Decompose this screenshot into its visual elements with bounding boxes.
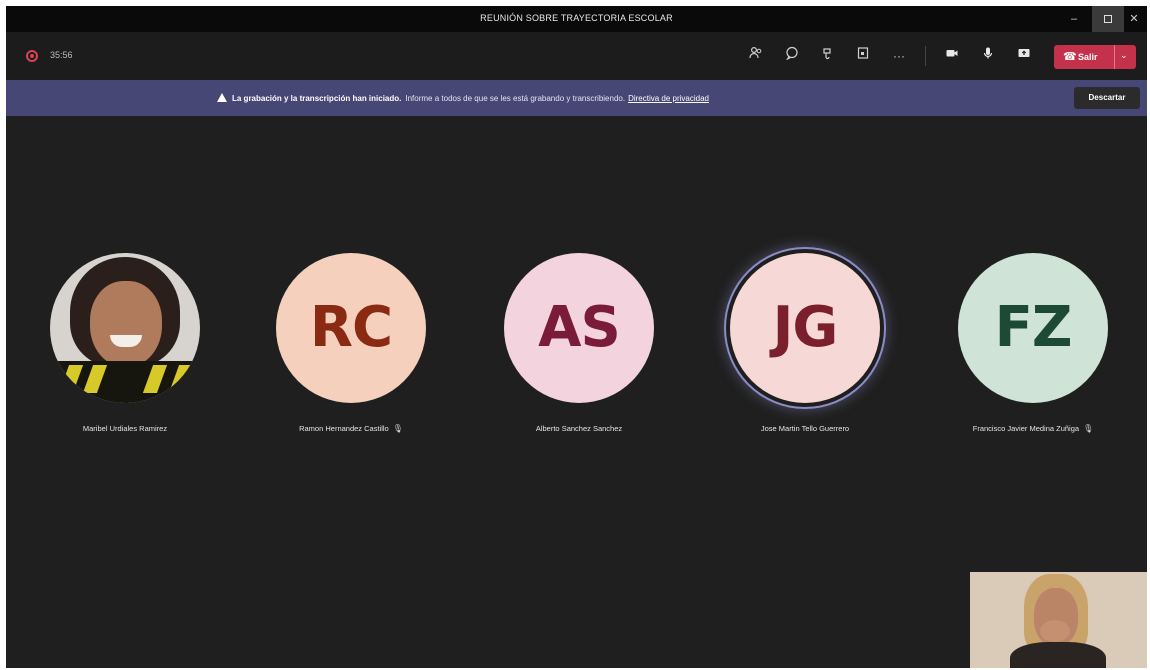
banner-text: Informe a todos de que se les está graba… [405, 94, 626, 103]
participant-tile[interactable]: JG Jose Martin Tello Guerrero [705, 253, 905, 453]
reactions-icon[interactable] [816, 45, 838, 67]
participant-photo-avatar [50, 253, 200, 403]
rooms-icon[interactable] [852, 45, 874, 67]
participant-tile[interactable]: RC Ramon Hernandez Castillo 🎙 [251, 253, 451, 453]
hangup-icon: ☎ [1063, 51, 1077, 63]
participant-initials-avatar: FZ [958, 253, 1108, 403]
warning-icon [217, 93, 227, 102]
meeting-title: REUNIÓN SOBRE TRAYECTORIA ESCOLAR [480, 13, 673, 23]
dismiss-button[interactable]: Descartar [1074, 87, 1140, 109]
participant-tile[interactable]: Maribel Urdiales Ramirez [25, 253, 225, 453]
mic-icon[interactable] [977, 45, 999, 67]
camera-icon[interactable] [941, 45, 963, 67]
participant-name: Alberto Sanchez Sanchez [535, 424, 623, 433]
share-icon[interactable] [1013, 45, 1035, 67]
participant-name: Francisco Javier Medina Zuñiga 🎙 [972, 424, 1094, 433]
leave-label: Salir [1078, 52, 1098, 62]
toolbar-divider [925, 46, 926, 66]
privacy-policy-link[interactable]: Directiva de privacidad [628, 94, 709, 103]
minimize-button[interactable]: – [1058, 6, 1090, 32]
participant-tile[interactable]: AS Alberto Sanchez Sanchez [479, 253, 679, 453]
recording-icon [26, 50, 38, 62]
meeting-toolbar: 35:56 ··· ☎ Salir ⌄ [6, 32, 1147, 80]
participant-name: Ramon Hernandez Castillo 🎙 [299, 424, 403, 433]
more-icon[interactable]: ··· [888, 45, 910, 67]
teams-meeting-window: REUNIÓN SOBRE TRAYECTORIA ESCOLAR – ✕ 35… [6, 6, 1147, 668]
banner-bold-text: La grabación y la transcripción han inic… [232, 94, 402, 103]
recording-notification-banner: La grabación y la transcripción han inic… [6, 80, 1147, 116]
participant-initials-avatar: AS [504, 253, 654, 403]
mic-muted-icon: 🎙 [1083, 424, 1094, 433]
participant-initials-avatar: JG [730, 253, 880, 403]
banner-message: La grabación y la transcripción han inic… [217, 93, 709, 103]
leave-divider [1114, 45, 1115, 69]
people-icon[interactable] [745, 45, 767, 67]
title-bar: REUNIÓN SOBRE TRAYECTORIA ESCOLAR – ✕ [6, 6, 1147, 32]
mic-muted-icon: 🎙 [392, 424, 403, 433]
meeting-timer: 35:56 [50, 50, 73, 60]
leave-button[interactable]: ☎ Salir ⌄ [1054, 45, 1136, 69]
participant-name: Jose Martin Tello Guerrero [760, 424, 850, 433]
participant-name: Maribel Urdiales Ramirez [82, 424, 168, 433]
chat-icon[interactable] [781, 45, 803, 67]
maximize-icon [1104, 15, 1112, 24]
self-video-preview[interactable] [970, 572, 1147, 668]
close-button[interactable]: ✕ [1118, 6, 1147, 32]
participant-initials-avatar: RC [276, 253, 426, 403]
chevron-down-icon[interactable]: ⌄ [1120, 50, 1128, 61]
participant-tile[interactable]: FZ Francisco Javier Medina Zuñiga 🎙 [933, 253, 1133, 453]
